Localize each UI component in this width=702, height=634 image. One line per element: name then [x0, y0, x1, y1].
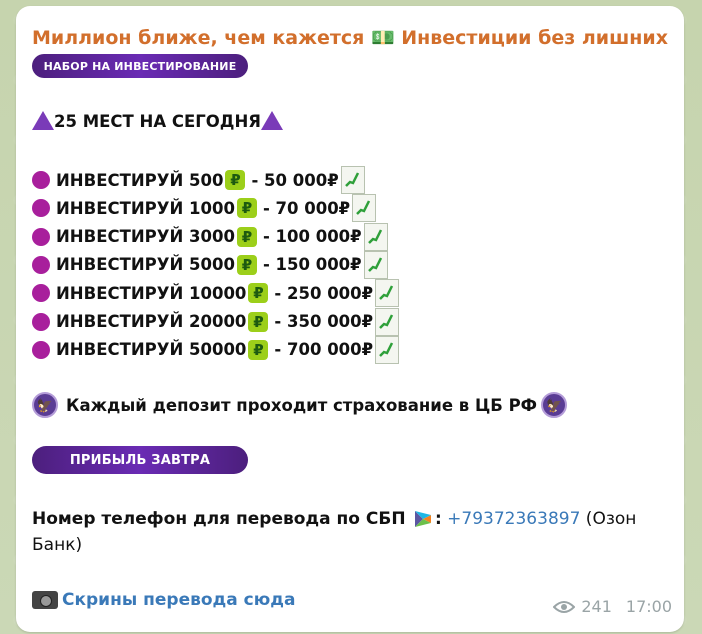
invest-row: ИНВЕСТИРУЙ 1000 ₽ - 70 000₽: [32, 194, 377, 223]
headline: 25 МЕСТ НА СЕГОДНЯ: [32, 111, 283, 131]
invest-amount: ИНВЕСТИРУЙ 500: [56, 170, 224, 190]
screens-link[interactable]: Скрины перевода сюда: [62, 590, 295, 610]
invest-result: - 50 000₽: [251, 170, 339, 190]
warning-icon: [32, 111, 54, 130]
chart-up-icon: [375, 335, 400, 364]
message-meta: 241 17:00: [553, 597, 672, 616]
insurance-text: Каждый депозит проходит страхование в ЦБ…: [66, 395, 538, 415]
purple-circle-icon: [32, 227, 50, 246]
chart-up-icon: [340, 166, 365, 194]
ruble-icon: ₽: [248, 311, 269, 332]
invest-result: - 700 000₽: [274, 340, 374, 360]
purple-circle-icon: [32, 199, 50, 218]
headline-text: 25 МЕСТ НА СЕГОДНЯ: [54, 112, 261, 131]
insurance-line: 🦅 Каждый депозит проходит страхование в …: [32, 392, 568, 418]
chart-up-icon: [375, 279, 400, 308]
invest-amount: ИНВЕСТИРУЙ 50000: [56, 340, 247, 360]
invest-amount: ИНВЕСТИРУЙ 3000: [56, 227, 235, 247]
invest-row: ИНВЕСТИРУЙ 3000 ₽ - 100 000₽: [32, 222, 388, 251]
profit-badge: ПРИБЫЛЬ ЗАВТРА: [32, 446, 248, 474]
invest-row: ИНВЕСТИРУЙ 5000 ₽ - 150 000₽: [32, 250, 388, 279]
purple-circle-icon: [32, 340, 50, 359]
invest-result: - 250 000₽: [274, 283, 374, 303]
ruble-icon: ₽: [236, 254, 257, 275]
cb-seal-icon: 🦅: [32, 392, 58, 418]
chart-up-icon: [375, 307, 400, 336]
purple-circle-icon: [32, 171, 50, 189]
invest-amount: ИНВЕСТИРУЙ 5000: [56, 255, 235, 275]
invest-row: ИНВЕСТИРУЙ 20000 ₽ - 350 000₽: [32, 307, 400, 336]
phone-line: Номер телефон для перевода по СБП : +793…: [32, 506, 672, 558]
screens-link-line[interactable]: Скрины перевода сюда: [32, 590, 295, 610]
invest-result: - 150 000₽: [262, 255, 362, 275]
chart-up-icon: [352, 194, 377, 223]
phone-label: Номер телефон для перевода по СБП: [32, 509, 406, 529]
ruble-icon: ₽: [248, 283, 269, 304]
invest-result: - 100 000₽: [262, 227, 362, 247]
ruble-icon: ₽: [248, 339, 269, 360]
purple-circle-icon: [32, 312, 50, 331]
phone-colon: :: [434, 509, 442, 529]
views-eye-icon: [553, 600, 576, 613]
ruble-icon: ₽: [225, 170, 246, 190]
invest-amount: ИНВЕСТИРУЙ 20000: [56, 312, 247, 331]
cb-seal-icon: 🦅: [541, 392, 568, 418]
purple-circle-icon: [32, 284, 50, 303]
ruble-icon: ₽: [236, 226, 257, 247]
phone-number-link[interactable]: +79372363897: [447, 509, 580, 529]
sbp-icon: [414, 511, 431, 527]
channel-title[interactable]: Миллион ближе, чем кажется 💵 Инвестиции …: [32, 26, 672, 49]
invest-set-badge: НАБОР НА ИНВЕСТИРОВАНИЕ: [32, 54, 248, 78]
invest-result: - 70 000₽: [262, 198, 351, 218]
chart-up-icon: [363, 222, 388, 251]
invest-amount: ИНВЕСТИРУЙ 1000: [56, 198, 235, 218]
purple-circle-icon: [32, 255, 50, 274]
views-count: 241: [581, 597, 612, 616]
warning-icon: [260, 111, 283, 130]
invest-row: ИНВЕСТИРУЙ 500 ₽ - 50 000₽: [32, 166, 365, 194]
chart-up-icon: [363, 250, 388, 279]
message-time: 17:00: [625, 597, 672, 616]
invest-row: ИНВЕСТИРУЙ 50000 ₽ - 700 000₽: [32, 335, 400, 364]
camera-icon: [32, 591, 58, 609]
ruble-icon: ₽: [236, 198, 257, 219]
invest-amount: ИНВЕСТИРУЙ 10000: [56, 283, 247, 303]
invest-row: ИНВЕСТИРУЙ 10000 ₽ - 250 000₽: [32, 279, 400, 308]
invest-result: - 350 000₽: [274, 312, 374, 331]
